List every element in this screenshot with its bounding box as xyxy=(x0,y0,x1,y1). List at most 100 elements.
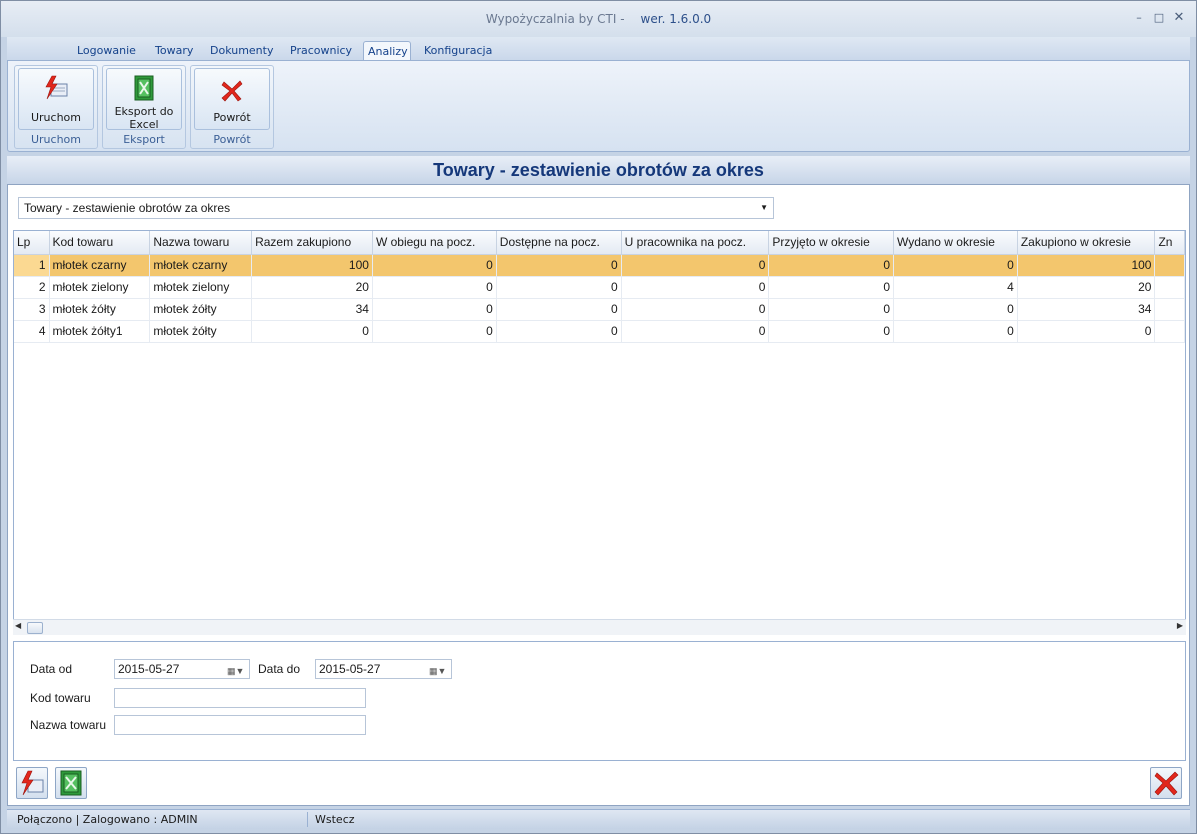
table-cell: młotek żółty xyxy=(149,298,253,321)
horizontal-scrollbar[interactable]: ◀ ▶ xyxy=(13,619,1186,635)
scroll-left-icon[interactable]: ◀ xyxy=(15,621,21,630)
minimize-icon[interactable]: – xyxy=(1132,11,1146,25)
calendar-icon[interactable]: ▦▼ xyxy=(227,662,247,676)
tab-logowanie[interactable]: Logowanie xyxy=(73,41,140,61)
column-header[interactable]: Lp xyxy=(14,231,50,255)
table-cell: młotek zielony xyxy=(49,276,151,299)
table-cell: 34 xyxy=(1017,298,1156,321)
tab-pracownicy[interactable]: Pracownicy xyxy=(286,41,356,61)
status-divider xyxy=(307,812,308,827)
table-row[interactable]: 3 młotek żółty młotek żółty 34 0 0 0 0 0 34 xyxy=(14,298,1185,321)
table-cell: 100 xyxy=(1017,254,1156,277)
export-excel-button[interactable]: Eksport do Excel xyxy=(106,68,182,131)
window-title: Wypożyczalnia by CTI - xyxy=(485,12,625,26)
export-excel-button-small[interactable] xyxy=(55,767,87,799)
table-row[interactable]: 4 młotek żółty1 młotek żółty 0 0 0 0 0 0 0 xyxy=(14,320,1185,343)
name-input[interactable] xyxy=(114,715,366,735)
ribbon-tabs: Logowanie Towary Dokumenty Pracownicy An… xyxy=(7,37,1190,61)
table-cell: 20 xyxy=(251,276,373,299)
tab-dokumenty[interactable]: Dokumenty xyxy=(206,41,277,61)
column-header[interactable]: U pracownika na pocz. xyxy=(621,231,770,255)
run-button-small[interactable] xyxy=(16,767,48,799)
table-cell xyxy=(1154,276,1185,299)
column-header[interactable]: Zakupiono w okresie xyxy=(1017,231,1156,255)
table-cell: 0 xyxy=(496,320,622,343)
excel-icon xyxy=(134,75,154,101)
report-table: Lp Kod towaru Nazwa towaru Razem zakupiono W… xyxy=(14,231,1185,343)
table-cell: 0 xyxy=(372,320,497,343)
table-cell: 0 xyxy=(768,254,895,277)
column-header[interactable]: Razem zakupiono xyxy=(251,231,373,255)
column-header[interactable]: Zn xyxy=(1154,231,1185,255)
report-select-value: Towary - zestawienie obrotów za okres xyxy=(24,201,231,215)
table-cell: 3 xyxy=(14,298,50,321)
calendar-icon[interactable]: ▦▼ xyxy=(429,662,449,676)
table-cell: 0 xyxy=(768,298,895,321)
tab-towary[interactable]: Towary xyxy=(151,41,197,61)
run-button[interactable]: Uruchom xyxy=(18,68,94,130)
date-to-field[interactable]: 2015-05-27 ▦▼ xyxy=(315,659,452,679)
column-header[interactable]: Przyjęto w okresie xyxy=(768,231,895,255)
close-button-small[interactable] xyxy=(1150,767,1182,799)
table-row[interactable]: 2 młotek zielony młotek zielony 20 0 0 0 0 4 20 xyxy=(14,276,1185,299)
table-cell: młotek żółty1 xyxy=(49,320,151,343)
close-window-icon[interactable]: ✕ xyxy=(1172,11,1186,25)
ribbon-group-uruchom: Uruchom Uruchom xyxy=(14,65,98,149)
close-red-icon xyxy=(221,80,243,102)
back-button[interactable]: Powrót xyxy=(194,68,270,130)
export-label-line2: Excel xyxy=(129,118,159,131)
run-button-label: Uruchom xyxy=(30,111,81,124)
table-cell: 20 xyxy=(1017,276,1156,299)
table-cell: 0 xyxy=(893,320,1018,343)
code-input[interactable] xyxy=(114,688,366,708)
name-label: Nazwa towaru xyxy=(30,718,107,732)
table-cell: 2 xyxy=(14,276,50,299)
ribbon-group-eksport: Eksport do Excel Eksport xyxy=(102,65,186,149)
group-label-eksport: Eksport xyxy=(123,133,165,146)
maximize-icon[interactable]: □ xyxy=(1152,11,1166,25)
table-cell: 0 xyxy=(496,276,622,299)
table-cell: 0 xyxy=(372,298,497,321)
connection-status: Połączono | Zalogowano : ADMIN xyxy=(17,813,198,826)
table-row[interactable]: 1 młotek czarny młotek czarny 100 0 0 0 0 0 100 xyxy=(14,254,1185,277)
scroll-thumb[interactable] xyxy=(27,622,43,634)
column-header[interactable]: W obiegu na pocz. xyxy=(372,231,497,255)
table-cell xyxy=(1154,320,1185,343)
report-select[interactable]: Towary - zestawienie obrotów za okres ▼ xyxy=(18,197,774,219)
date-from-label: Data od xyxy=(30,662,73,676)
tab-analizy[interactable]: Analizy xyxy=(363,41,411,61)
table-cell: 0 xyxy=(372,254,497,277)
scroll-right-icon[interactable]: ▶ xyxy=(1177,621,1183,630)
column-header[interactable]: Kod towaru xyxy=(49,231,151,255)
table-cell: 4 xyxy=(893,276,1018,299)
table-cell: 34 xyxy=(251,298,373,321)
date-from-field[interactable]: 2015-05-27 ▦▼ xyxy=(114,659,250,679)
table-cell: 0 xyxy=(372,276,497,299)
table-cell: 0 xyxy=(893,298,1018,321)
tab-konfiguracja[interactable]: Konfiguracja xyxy=(420,41,496,61)
table-cell: 0 xyxy=(496,254,622,277)
table-cell xyxy=(1154,254,1185,277)
column-header[interactable]: Dostępne na pocz. xyxy=(496,231,622,255)
table-cell: 0 xyxy=(768,320,895,343)
table-cell: młotek czarny xyxy=(149,254,253,277)
bottom-toolbar xyxy=(7,765,1190,805)
table-cell: młotek zielony xyxy=(149,276,253,299)
main-content: Towary - zestawienie obrotów za okres ▼ … xyxy=(7,184,1190,806)
column-header[interactable]: Wydano w okresie xyxy=(893,231,1018,255)
run-icon xyxy=(21,770,44,796)
close-red-icon xyxy=(1154,771,1179,796)
column-header[interactable]: Nazwa towaru xyxy=(149,231,253,255)
title-bar: Wypożyczalnia by CTI - wer. 1.6.0.0 xyxy=(1,1,1196,37)
ribbon-group-powrot: Powrót Powrót xyxy=(190,65,274,149)
table-cell: młotek żółty xyxy=(149,320,253,343)
chevron-down-icon: ▼ xyxy=(760,203,768,212)
status-back[interactable]: Wstecz xyxy=(315,810,355,829)
excel-icon xyxy=(60,770,82,796)
date-to-label: Data do xyxy=(258,662,301,676)
group-label-uruchom: Uruchom xyxy=(30,133,81,146)
table-cell xyxy=(1154,298,1185,321)
table-cell: 1 xyxy=(14,254,50,277)
table-cell: 0 xyxy=(768,276,895,299)
table-cell: 100 xyxy=(251,254,373,277)
